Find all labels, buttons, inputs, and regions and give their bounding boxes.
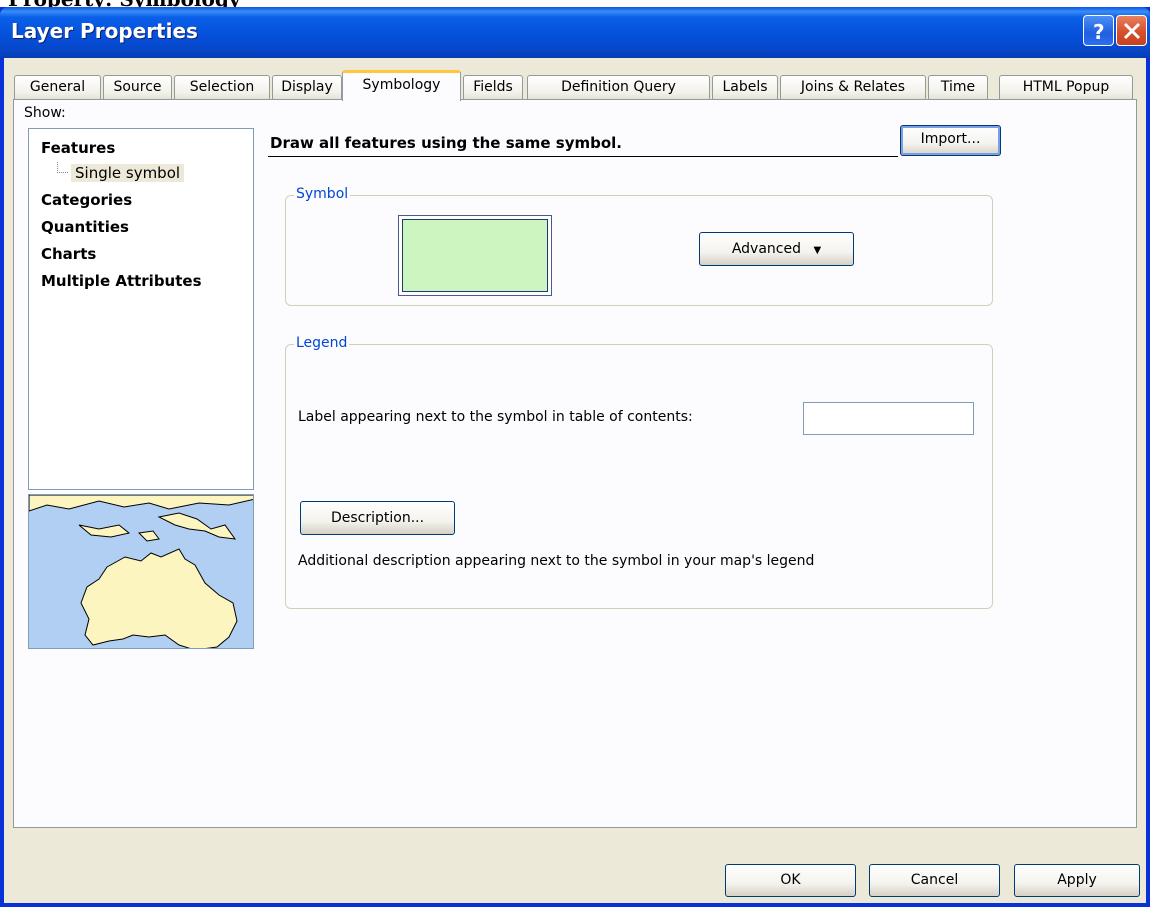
help-button[interactable]: ?: [1083, 15, 1114, 46]
map-preview: [28, 494, 254, 649]
tab-html-popup[interactable]: HTML Popup: [999, 75, 1133, 99]
legend-description-note: Additional description appearing next to…: [298, 553, 815, 569]
tree-item-single-symbol[interactable]: Single symbol: [71, 164, 185, 182]
description-divider: [268, 156, 898, 157]
tab-source[interactable]: Source: [103, 75, 172, 99]
close-button[interactable]: X: [1116, 15, 1147, 46]
tab-time[interactable]: Time: [928, 75, 988, 99]
renderer-tree[interactable]: Features Single symbol Categories Quanti…: [28, 128, 254, 490]
tab-general[interactable]: General: [14, 75, 101, 99]
window-title: Layer Properties: [11, 19, 198, 43]
symbol-swatch-button[interactable]: [398, 215, 552, 296]
import-button[interactable]: Import...: [900, 125, 1001, 156]
legend-group-title: Legend: [294, 335, 350, 351]
tab-definition-query[interactable]: Definition Query: [527, 75, 710, 99]
tab-selection[interactable]: Selection: [174, 75, 270, 99]
symbol-group: Symbol Advanced ▼: [285, 186, 993, 306]
close-icon: [1123, 22, 1141, 40]
tab-display[interactable]: Display: [272, 75, 342, 99]
legend-group: Legend Label appearing next to the symbo…: [285, 335, 993, 609]
ok-button[interactable]: OK: [725, 864, 856, 897]
show-label: Show:: [24, 105, 66, 121]
tab-fields[interactable]: Fields: [463, 75, 523, 99]
advanced-label: Advanced: [731, 241, 801, 257]
advanced-button[interactable]: Advanced ▼: [699, 232, 854, 266]
renderer-description: Draw all features using the same symbol.: [270, 134, 622, 152]
description-button[interactable]: Description...: [300, 501, 455, 535]
tree-item-categories[interactable]: Categories: [41, 191, 132, 209]
question-mark-icon: ?: [1093, 20, 1105, 44]
dropdown-arrow-icon: ▼: [813, 245, 822, 256]
australia-map-preview: [29, 495, 253, 648]
tree-connector: [57, 162, 68, 173]
tab-symbology[interactable]: Symbology: [342, 70, 461, 101]
tree-item-features[interactable]: Features: [41, 139, 115, 157]
apply-button[interactable]: Apply: [1014, 864, 1140, 897]
svg-text:?: ?: [1093, 20, 1105, 44]
tree-item-quantities[interactable]: Quantities: [41, 218, 129, 236]
cancel-button[interactable]: Cancel: [869, 864, 1000, 897]
legend-label-input[interactable]: [803, 402, 974, 435]
tree-item-multiple-attributes[interactable]: Multiple Attributes: [41, 272, 202, 290]
symbol-group-title: Symbol: [294, 186, 351, 202]
tab-labels[interactable]: Labels: [712, 75, 778, 99]
dialog-client-area: General Source Selection Display Symbolo…: [4, 58, 1146, 903]
legend-label-prompt: Label appearing next to the symbol in ta…: [298, 409, 693, 425]
tree-item-charts[interactable]: Charts: [41, 245, 96, 263]
layer-properties-window: Layer Properties ? X General Source Sele…: [0, 7, 1150, 907]
symbol-fill-preview: [402, 219, 548, 292]
tab-joins-relates[interactable]: Joins & Relates: [780, 75, 926, 99]
title-bar[interactable]: Layer Properties ? X: [0, 7, 1150, 58]
